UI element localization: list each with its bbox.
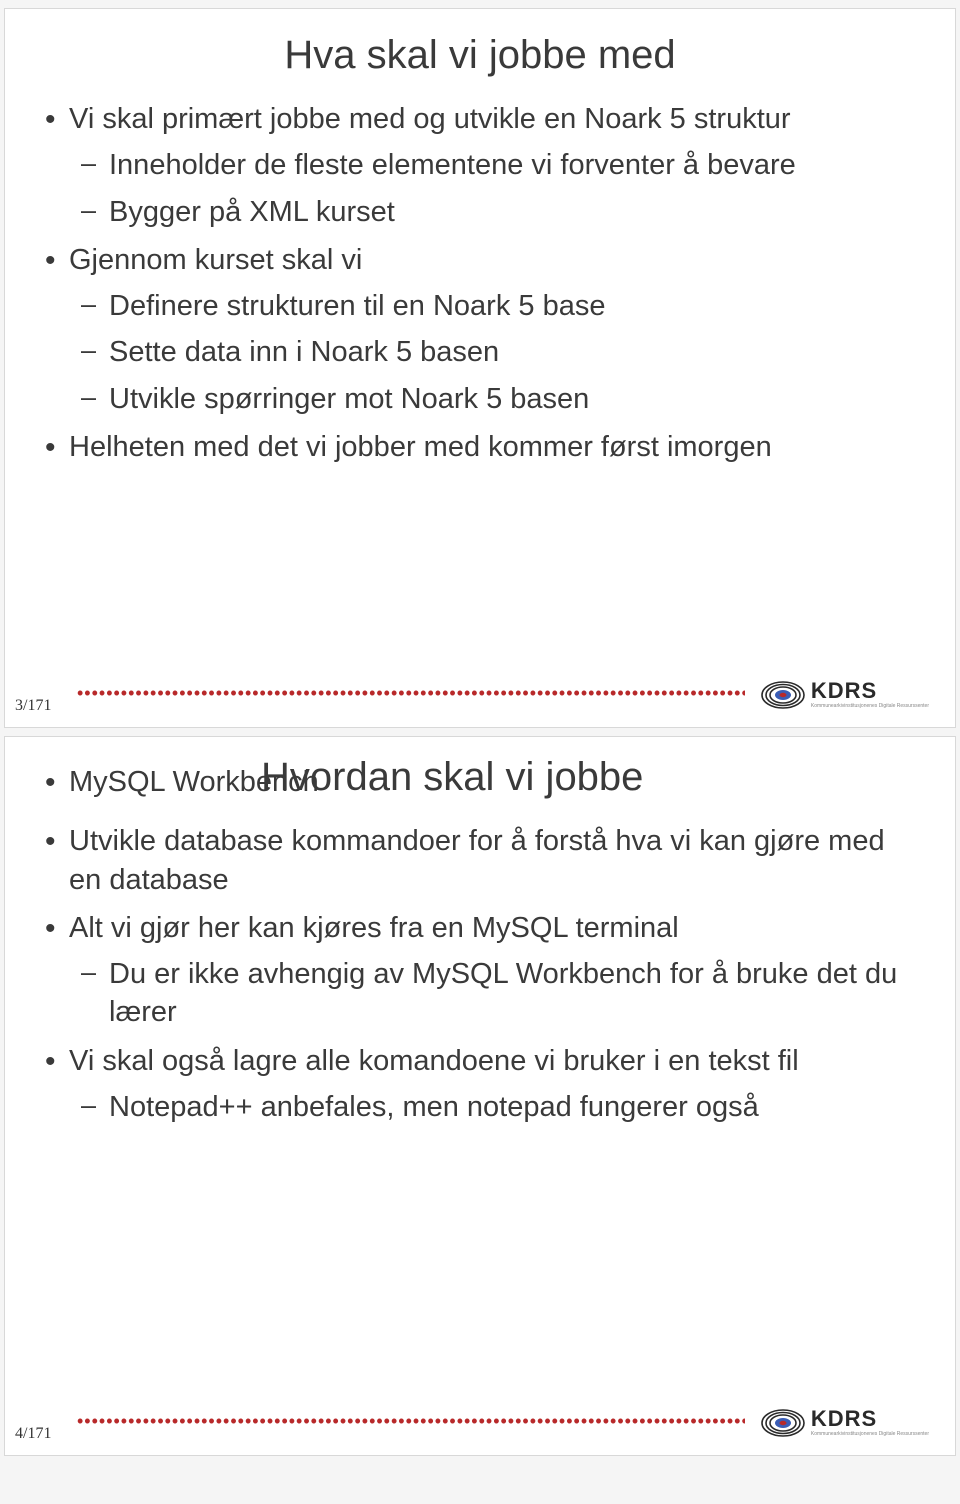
- dotted-divider: ••••••••••••••••••••••••••••••••••••••••…: [77, 1417, 745, 1425]
- sub-list-item: Sette data inn i Noark 5 basen: [109, 333, 919, 371]
- page-number: 3/171: [15, 697, 51, 715]
- logo-text: KDRS: [811, 1408, 929, 1430]
- sub-list-item: Du er ikke avhengig av MySQL Workbench f…: [109, 955, 919, 1032]
- list-item-text: Gjennom kurset skal vi: [69, 244, 362, 276]
- kdrs-logo: KDRS Kommunearkivinstitusjonenes Digital…: [761, 1408, 929, 1437]
- logo-text: KDRS: [811, 680, 929, 702]
- slide-4: MySQL Workbench Hvordan skal vi jobbe Ut…: [4, 736, 956, 1456]
- list-item-text: MySQL Workbench: [69, 766, 319, 798]
- sub-list: Inneholder de fleste elementene vi forve…: [69, 146, 919, 231]
- slide-footer: 3/171 ••••••••••••••••••••••••••••••••••…: [5, 671, 955, 711]
- page-number: 4/171: [15, 1425, 51, 1443]
- logo-icon: [761, 681, 805, 709]
- dotted-divider: ••••••••••••••••••••••••••••••••••••••••…: [77, 689, 745, 697]
- list-item: Vi skal også lagre alle komandoene vi br…: [69, 1042, 919, 1127]
- logo-text-block: KDRS Kommunearkivinstitusjonenes Digital…: [811, 680, 929, 709]
- list-item: Helheten med det vi jobber med kommer fø…: [69, 428, 919, 466]
- list-item: Alt vi gjør her kan kjøres fra en MySQL …: [69, 909, 919, 1032]
- logo-subtitle: Kommunearkivinstitusjonenes Digitale Res…: [811, 703, 929, 709]
- list-item-text: Vi skal også lagre alle komandoene vi br…: [69, 1045, 799, 1077]
- logo-subtitle: Kommunearkivinstitusjonenes Digitale Res…: [811, 1431, 929, 1437]
- list-item: Vi skal primært jobbe med og utvikle en …: [69, 100, 919, 231]
- list-item: MySQL Workbench: [69, 763, 919, 801]
- list-item: Gjennom kurset skal vi Definere struktur…: [69, 241, 919, 418]
- list-item-text: Alt vi gjør her kan kjøres fra en MySQL …: [69, 912, 679, 944]
- sub-list-item: Inneholder de fleste elementene vi forve…: [109, 146, 919, 184]
- sub-list-item: Definere strukturen til en Noark 5 base: [109, 287, 919, 325]
- sub-list: Notepad++ anbefales, men notepad fungere…: [69, 1088, 919, 1126]
- slide-3: Hva skal vi jobbe med Vi skal primært jo…: [4, 8, 956, 728]
- slide-footer: 4/171 ••••••••••••••••••••••••••••••••••…: [5, 1399, 955, 1439]
- bullet-list: Utvikle database kommandoer for å forstå…: [41, 822, 919, 1126]
- logo-text-block: KDRS Kommunearkivinstitusjonenes Digital…: [811, 1408, 929, 1437]
- bullet-list: Vi skal primært jobbe med og utvikle en …: [41, 100, 919, 466]
- list-item-text: Vi skal primært jobbe med og utvikle en …: [69, 103, 791, 135]
- list-item: Utvikle database kommandoer for å forstå…: [69, 822, 919, 899]
- kdrs-logo: KDRS Kommunearkivinstitusjonenes Digital…: [761, 680, 929, 709]
- sub-list: Definere strukturen til en Noark 5 base …: [69, 287, 919, 418]
- sub-list-item: Utvikle spørringer mot Noark 5 basen: [109, 380, 919, 418]
- bullet-list: MySQL Workbench: [41, 763, 919, 801]
- list-item-text: Helheten med det vi jobber med kommer fø…: [69, 431, 772, 463]
- list-item-text: Utvikle database kommandoer for å forstå…: [69, 825, 885, 895]
- slide-title: Hva skal vi jobbe med: [41, 33, 919, 78]
- sub-list: Du er ikke avhengig av MySQL Workbench f…: [69, 955, 919, 1032]
- logo-icon: [761, 1409, 805, 1437]
- sub-list-item: Bygger på XML kurset: [109, 193, 919, 231]
- sub-list-item: Notepad++ anbefales, men notepad fungere…: [109, 1088, 919, 1126]
